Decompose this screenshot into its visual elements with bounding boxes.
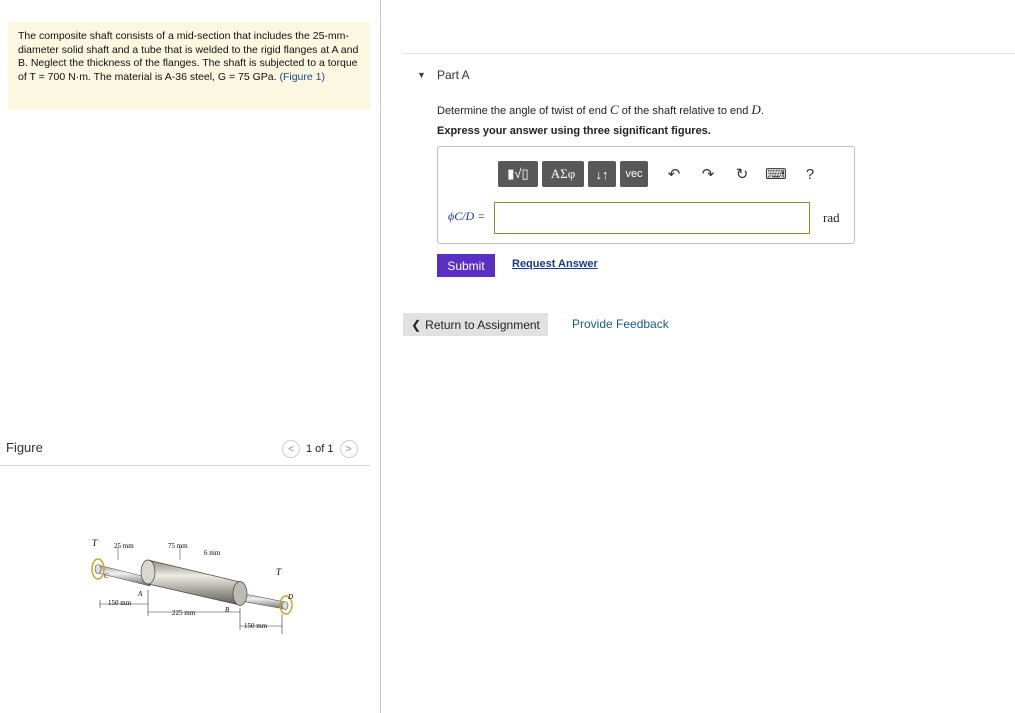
answer-panel: ▮√▯ ΑΣφ ↓↑ vec ↶ ↷ ↻ ⌨ ? ϕC/D = rad: [437, 146, 855, 244]
shaft-figure: T 25 mm 75 mm 6 mm T C A B D 150 mm 225 …: [91, 538, 293, 634]
part-divider: [403, 53, 1015, 54]
prompt-text-3: .: [760, 105, 764, 117]
label-75mm: 75 mm: [168, 542, 188, 550]
reset-icon[interactable]: ↻: [730, 161, 754, 187]
undo-icon[interactable]: ↶: [662, 161, 686, 187]
prompt-var-c: C: [610, 102, 619, 117]
redo-icon[interactable]: ↷: [696, 161, 720, 187]
chevron-left-icon: ❮: [411, 317, 422, 332]
label-b: B: [225, 606, 230, 614]
flange-b: [232, 581, 248, 606]
answer-variable-label: ϕC/D =: [448, 209, 486, 223]
return-label: Return to Assignment: [425, 317, 540, 332]
answer-unit: rad: [823, 210, 840, 225]
submit-button[interactable]: Submit: [437, 254, 495, 277]
collapse-triangle-icon[interactable]: ▼: [417, 70, 426, 80]
prompt-text-1: Determine the angle of twist of end: [437, 105, 611, 117]
math-toolbar: ▮√▯ ΑΣφ ↓↑ vec ↶ ↷ ↻ ⌨ ?: [498, 161, 822, 187]
keyboard-icon[interactable]: ⌨: [764, 161, 788, 187]
right-pane: ▼ Part A Determine the angle of twist of…: [381, 0, 1015, 713]
figure-title: Figure: [6, 440, 43, 455]
greek-symbols-button[interactable]: ΑΣφ: [542, 161, 584, 187]
left-pane: The composite shaft consists of a mid-se…: [0, 0, 380, 713]
templates-button[interactable]: ▮√▯: [498, 161, 538, 187]
label-150mm-left: 150 mm: [108, 599, 132, 607]
answer-input[interactable]: [494, 202, 810, 234]
label-c: C: [104, 572, 109, 580]
label-225mm: 225 mm: [172, 609, 196, 617]
pager-text: 1 of 1: [306, 443, 334, 455]
figure-divider: [0, 465, 370, 466]
label-6mm: 6 mm: [204, 549, 221, 557]
label-t-right: T: [276, 567, 282, 577]
sort-button[interactable]: ↓↑: [588, 161, 616, 187]
problem-statement: The composite shaft consists of a mid-se…: [8, 22, 370, 110]
return-to-assignment-button[interactable]: ❮ Return to Assignment: [403, 313, 548, 336]
label-d: D: [287, 593, 293, 601]
label-a: A: [137, 590, 143, 598]
figure-pager: < 1 of 1 >: [282, 440, 358, 458]
label-150mm-right: 150 mm: [244, 622, 268, 630]
flange-a: [140, 559, 156, 585]
chevron-left-icon[interactable]: <: [282, 440, 300, 458]
part-title[interactable]: Part A: [437, 68, 470, 82]
prompt-text-2: of the shaft relative to end: [618, 105, 752, 117]
vector-button[interactable]: vec: [620, 161, 648, 187]
label-t-left: T: [92, 538, 98, 548]
question-instruction: Express your answer using three signific…: [437, 125, 711, 137]
question-prompt: Determine the angle of twist of end C of…: [437, 102, 764, 118]
end-c: [94, 564, 102, 574]
label-25mm: 25 mm: [114, 542, 134, 550]
provide-feedback-link[interactable]: Provide Feedback: [572, 317, 669, 331]
chevron-right-icon[interactable]: >: [339, 440, 358, 458]
tube: [147, 559, 241, 606]
help-icon[interactable]: ?: [798, 161, 822, 187]
end-d: [281, 601, 289, 610]
request-answer-link[interactable]: Request Answer: [512, 258, 598, 270]
figure-link[interactable]: (Figure 1): [279, 71, 325, 83]
prompt-var-d: D: [751, 102, 761, 117]
